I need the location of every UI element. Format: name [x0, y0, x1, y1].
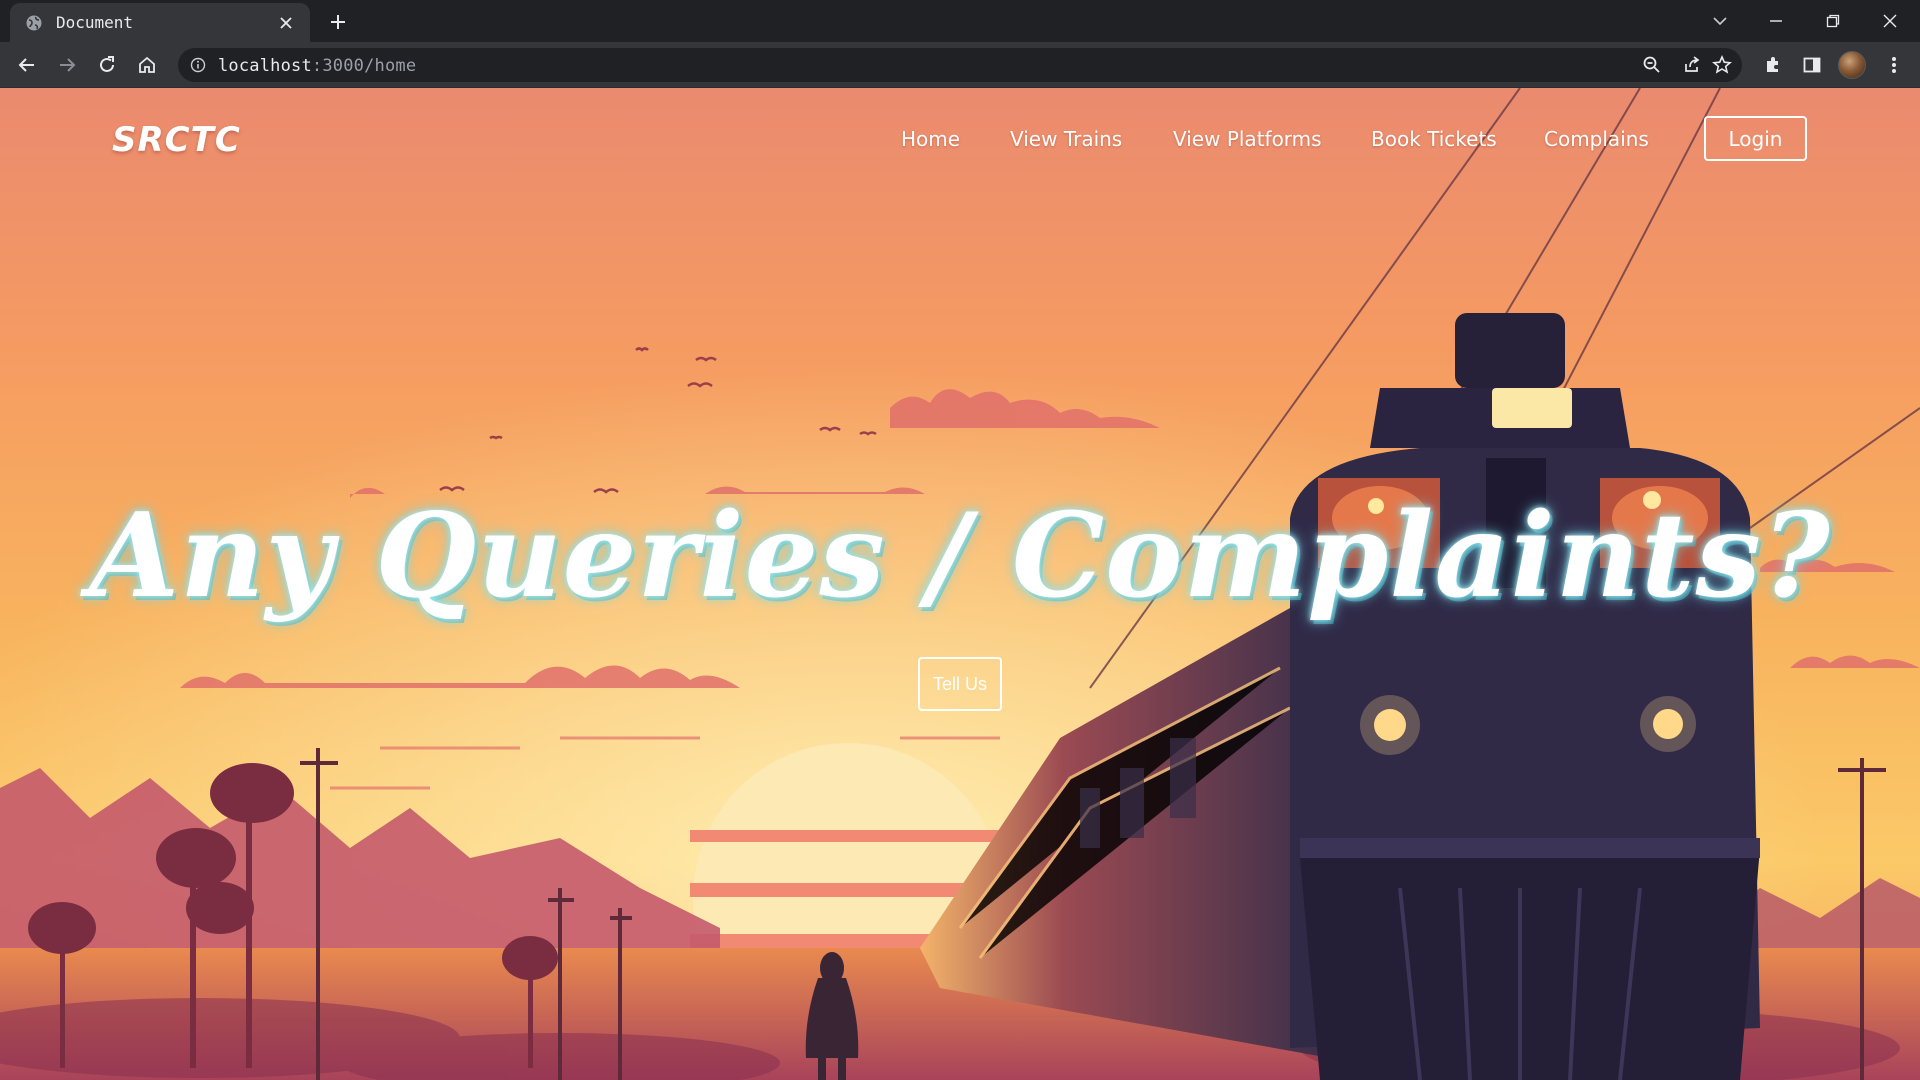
nav-book-tickets[interactable]: Book Tickets: [1371, 127, 1497, 151]
login-button[interactable]: Login: [1704, 116, 1807, 161]
tab-search-icon[interactable]: [1698, 6, 1742, 36]
reload-icon[interactable]: [91, 49, 123, 81]
side-panel-icon[interactable]: [1796, 49, 1828, 81]
browser-tabstrip: Document: [0, 0, 1920, 42]
home-icon[interactable]: [131, 49, 163, 81]
menu-icon[interactable]: [1878, 49, 1910, 81]
info-icon[interactable]: [188, 55, 208, 75]
globe-icon: [24, 13, 44, 33]
tell-us-button[interactable]: Tell Us: [918, 657, 1002, 711]
page-viewport: SRCTC Home View Trains View Platforms Bo…: [0, 88, 1920, 1080]
browser-tab[interactable]: Document: [10, 3, 310, 42]
close-tab-icon[interactable]: [276, 13, 296, 33]
restore-icon[interactable]: [1811, 6, 1855, 36]
nav-home[interactable]: Home: [901, 127, 960, 151]
site-navbar: SRCTC Home View Trains View Platforms Bo…: [0, 88, 1920, 188]
back-icon[interactable]: [11, 49, 43, 81]
url-host: localhost: [218, 56, 312, 76]
url-path: :3000/home: [311, 56, 417, 76]
address-bar[interactable]: localhost:3000/home: [178, 48, 1742, 82]
minimize-icon[interactable]: [1754, 6, 1798, 36]
forward-icon[interactable]: [51, 49, 83, 81]
browser-toolbar: localhost:3000/home: [0, 42, 1920, 88]
share-icon[interactable]: [1678, 51, 1706, 79]
close-window-icon[interactable]: [1868, 6, 1912, 36]
nav-view-platforms[interactable]: View Platforms: [1173, 127, 1322, 151]
new-tab-icon[interactable]: [325, 9, 351, 35]
zoom-icon[interactable]: [1638, 51, 1666, 79]
tab-title: Document: [56, 13, 134, 32]
nav-complains[interactable]: Complains: [1544, 127, 1649, 151]
extensions-icon[interactable]: [1757, 49, 1789, 81]
hero-title: Any Queries / Complaints?: [89, 488, 1831, 624]
url-text[interactable]: localhost:3000/home: [218, 56, 416, 76]
site-logo[interactable]: SRCTC: [112, 120, 241, 160]
star-icon[interactable]: [1708, 51, 1736, 79]
nav-view-trains[interactable]: View Trains: [1010, 127, 1122, 151]
avatar[interactable]: [1838, 51, 1866, 79]
